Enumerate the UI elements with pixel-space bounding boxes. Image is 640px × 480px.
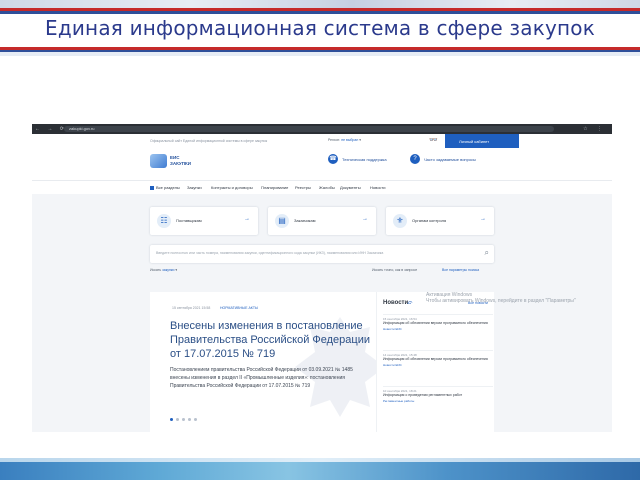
advanced-search-link[interactable]: Все параметры поиска <box>442 268 479 272</box>
address-bar-url: zakupki.gov.ru <box>69 126 95 131</box>
menu-item-purchases[interactable]: Закупки <box>187 185 202 190</box>
search-filters: Искать закупки ▾ Искать точно, как в зап… <box>150 268 494 276</box>
news-category[interactable]: Новости ЕИС <box>383 327 493 331</box>
news-item[interactable]: 10 сентября 2021, 18:21 Информация о про… <box>383 386 493 403</box>
eis-logo-text[interactable]: ЕИС ЗАКУПКИ <box>170 155 191 167</box>
news-panel: Новости ⤽ Все новости 15 сентября 2021, … <box>376 292 494 432</box>
menu-item-planning[interactable]: Планирование <box>261 185 288 190</box>
arrow-right-icon: → <box>362 216 368 222</box>
search-icon[interactable]: ⌕ <box>485 248 489 258</box>
menu-item-documents[interactable]: Документы <box>340 185 361 190</box>
windows-activation-watermark: Активация Windows Чтобы активировать Win… <box>426 292 576 304</box>
search-scope-label: Искать <box>150 268 162 272</box>
support-label: Техническая поддержка <box>342 156 387 162</box>
card-customers[interactable]: ▤ Заказчикам → <box>268 207 376 235</box>
search-scope-select[interactable]: Искать закупки ▾ <box>150 268 177 272</box>
bottom-decor-band <box>0 462 640 480</box>
browser-toolbar: ← → ⟳ ⌂ zakupki.gov.ru ☆ ⋮ <box>32 124 612 134</box>
faq-label: Часто задаваемые вопросы <box>424 156 476 162</box>
browser-menu-icons[interactable]: ☆ ⋮ <box>583 126 606 132</box>
menu-item-all-sections[interactable]: Все разделы <box>150 185 180 190</box>
personal-cabinet-button[interactable]: Личный кабинет <box>445 134 519 148</box>
presentation-slide: Единая информационная система в сфере за… <box>0 0 640 480</box>
customers-icon: ▤ <box>275 214 289 228</box>
menu-item-contracts[interactable]: Контракты и договоры <box>211 185 253 190</box>
news-title: Новости <box>383 300 409 306</box>
suppliers-icon: ☷ <box>157 214 171 228</box>
card-label: Органам контроля <box>412 218 447 223</box>
website-screenshot: ← → ⟳ ⌂ zakupki.gov.ru ☆ ⋮ Официальный с… <box>32 124 612 432</box>
grid-icon <box>150 186 154 190</box>
address-bar[interactable]: zakupki.gov.ru <box>64 126 554 132</box>
news-item[interactable]: 14 сентября 2021, 15:48 Информация об об… <box>383 350 493 367</box>
support-icon: ☎ <box>328 154 338 164</box>
banner-tag[interactable]: НОРМАТИВНЫЕ АКТЫ <box>220 306 258 310</box>
site-header: Официальный сайт Единой информационной с… <box>32 134 612 180</box>
banner-body: Постановлением правительства Российской … <box>170 367 353 389</box>
card-suppliers[interactable]: ☷ Поставщикам → <box>150 207 258 235</box>
banner-headline[interactable]: Внесены изменения в постановление Правит… <box>170 319 370 361</box>
news-text: Информация об обновлении версии программ… <box>383 357 488 361</box>
faq-icon: ? <box>410 154 420 164</box>
banner-date: 15 сентября 2021 15:58 <box>172 306 211 310</box>
carousel-dot[interactable] <box>194 418 197 421</box>
card-label: Заказчикам <box>294 218 316 223</box>
support-link[interactable]: ☎ Техническая поддержка <box>328 154 387 164</box>
logo-line-2: ЗАКУПКИ <box>170 161 191 166</box>
search-placeholder: Введите полностью или часть номера, наим… <box>156 251 384 255</box>
news-banner[interactable]: 15 сентября 2021 15:58 НОРМАТИВНЫЕ АКТЫ … <box>150 292 376 432</box>
region-value: не выбран <box>341 138 359 142</box>
menu-item-label: Все разделы <box>156 185 180 190</box>
carousel-dot[interactable] <box>182 418 185 421</box>
card-control-bodies[interactable]: ⚜ Органам контроля → <box>386 207 494 235</box>
site-caption: Официальный сайт Единой информационной с… <box>150 139 268 143</box>
title-rule-light <box>0 52 640 56</box>
eis-logo-icon[interactable] <box>150 154 167 168</box>
menu-item-news[interactable]: Новости <box>370 185 385 190</box>
menu-item-registries[interactable]: Реестры <box>295 185 311 190</box>
carousel-dot[interactable] <box>176 418 179 421</box>
carousel-dot[interactable] <box>188 418 191 421</box>
faq-link[interactable]: ? Часто задаваемые вопросы <box>410 154 476 164</box>
exact-search-toggle[interactable]: Искать точно, как в запросе <box>372 268 417 272</box>
main-menu: Все разделы Закупки Контракты и договоры… <box>32 180 612 194</box>
region-selector[interactable]: Регион: не выбран ▾ <box>328 138 361 142</box>
rss-icon[interactable]: ⤽ <box>407 300 412 306</box>
news-text: Информация о проведении регламентных раб… <box>383 393 463 397</box>
carousel-dot[interactable] <box>170 418 173 421</box>
card-label: Поставщикам <box>176 218 202 223</box>
control-bodies-icon: ⚜ <box>393 214 407 228</box>
arrow-right-icon: → <box>244 216 250 222</box>
menu-item-complaints[interactable]: Жалобы <box>319 185 335 190</box>
search-scope-value: закупки <box>162 268 175 272</box>
news-category[interactable]: Новости ЕИС <box>383 363 493 367</box>
news-text: Информация об обновлении версии программ… <box>383 321 488 325</box>
news-item[interactable]: 15 сентября 2021, 16:54 Информация об об… <box>383 314 493 331</box>
top-decor-stripes <box>0 0 640 8</box>
carousel-dots <box>170 418 197 421</box>
search-input[interactable]: Введите полностью или часть номера, наим… <box>150 245 494 263</box>
region-label: Регион <box>328 138 340 142</box>
news-category[interactable]: Регламентные работы <box>383 399 493 403</box>
slide-title: Единая информационная система в сфере за… <box>44 16 596 40</box>
accessibility-icon[interactable]: 👓 <box>429 136 438 144</box>
arrow-right-icon: → <box>480 216 486 222</box>
top-blue-stripe <box>0 11 640 14</box>
activation-line-2: Чтобы активировать Windows, перейдите в … <box>426 298 576 304</box>
